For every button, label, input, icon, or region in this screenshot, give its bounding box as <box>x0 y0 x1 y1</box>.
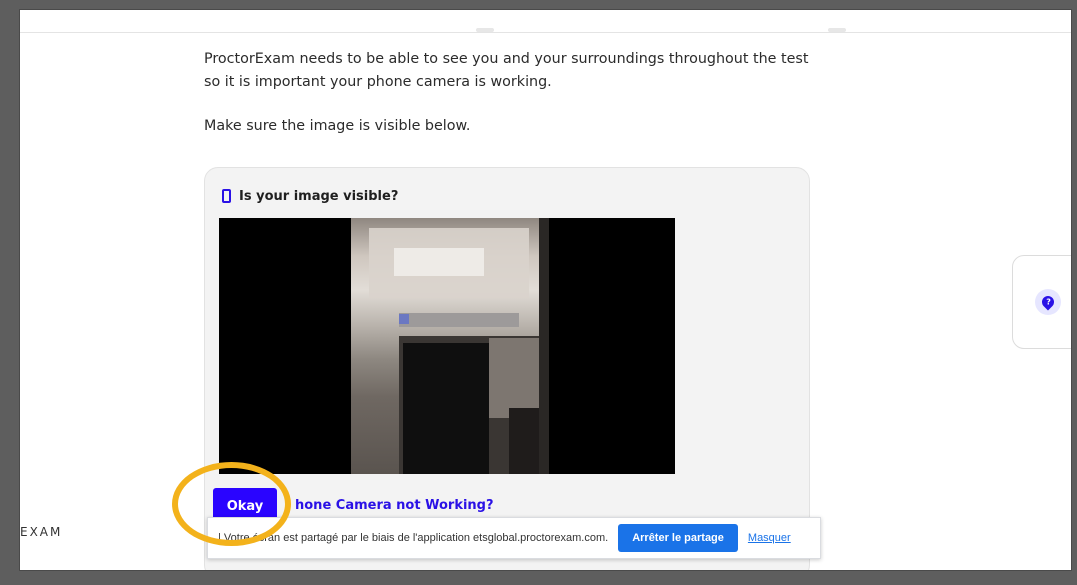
top-bar-marker <box>476 28 494 32</box>
intro-line-2: so it is important your phone camera is … <box>204 74 552 90</box>
top-bar-marker <box>828 28 846 32</box>
blurred-feed <box>539 218 549 474</box>
camera-feed <box>219 218 675 474</box>
intro-text: ProctorExam needs to be able to see you … <box>204 48 844 138</box>
camera-not-working-link[interactable]: hone Camera not Working? <box>295 498 494 513</box>
blurred-feed <box>399 313 519 327</box>
intro-line-1: ProctorExam needs to be able to see you … <box>204 51 809 67</box>
camera-check-card: Is your image visible? Okay hone Camera … <box>204 167 810 570</box>
help-panel: ? <box>1012 255 1071 349</box>
intro-line-3: Make sure the image is visible below. <box>204 118 471 134</box>
help-question-glyph: ? <box>1039 293 1057 311</box>
phone-icon <box>222 189 231 203</box>
browser-window: ProctorExam needs to be able to see you … <box>20 10 1071 570</box>
blurred-feed <box>509 408 541 474</box>
blurred-feed <box>394 248 484 276</box>
blurred-feed <box>489 338 544 418</box>
help-question-icon[interactable]: ? <box>1035 289 1061 315</box>
card-title-text: Is your image visible? <box>239 188 399 204</box>
card-title: Is your image visible? <box>222 186 398 206</box>
screen-share-bar: | Votre écran est partagé par le biais d… <box>207 517 821 559</box>
brand-logo-partial: EXAM <box>20 525 63 539</box>
hide-link[interactable]: Masquer <box>748 532 791 544</box>
blurred-feed <box>399 314 409 324</box>
blurred-feed <box>403 343 489 474</box>
stop-sharing-button[interactable]: Arrêter le partage <box>618 524 738 552</box>
share-notice-text: | Votre écran est partagé par le biais d… <box>218 532 609 544</box>
top-bar <box>20 10 1071 33</box>
